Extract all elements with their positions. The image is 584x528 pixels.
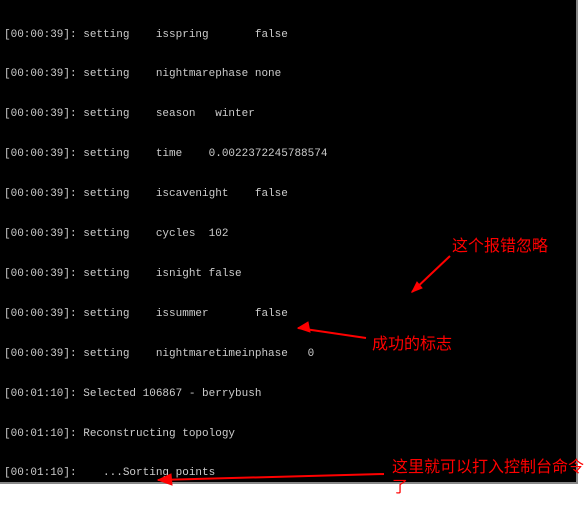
log-line: [00:01:10]: Reconstructing topology: [4, 428, 572, 441]
blank-area: [0, 484, 584, 528]
screenshot-root: [00:00:39]: setting isspring false [00:0…: [0, 0, 584, 528]
log-line: [00:00:39]: setting issummer false: [4, 308, 572, 321]
log-line: [00:00:39]: setting time 0.0022372245788…: [4, 148, 572, 161]
log-line: [00:00:39]: setting nightmaretimeinphase…: [4, 348, 572, 361]
log-line: [00:00:39]: setting isnight false: [4, 268, 572, 281]
log-line: [00:01:10]: ...Sorting points: [4, 467, 572, 480]
log-line: [00:00:39]: setting iscavenight false: [4, 188, 572, 201]
log-line: [00:01:10]: Selected 106867 - berrybush: [4, 388, 572, 401]
log-line: [00:00:39]: setting season winter: [4, 108, 572, 121]
log-line: [00:00:39]: setting cycles 102: [4, 228, 572, 241]
log-line: [00:00:39]: setting isspring false: [4, 29, 572, 42]
terminal-output[interactable]: [00:00:39]: setting isspring false [00:0…: [0, 0, 578, 484]
log-line: [00:00:39]: setting nightmarephase none: [4, 68, 572, 81]
